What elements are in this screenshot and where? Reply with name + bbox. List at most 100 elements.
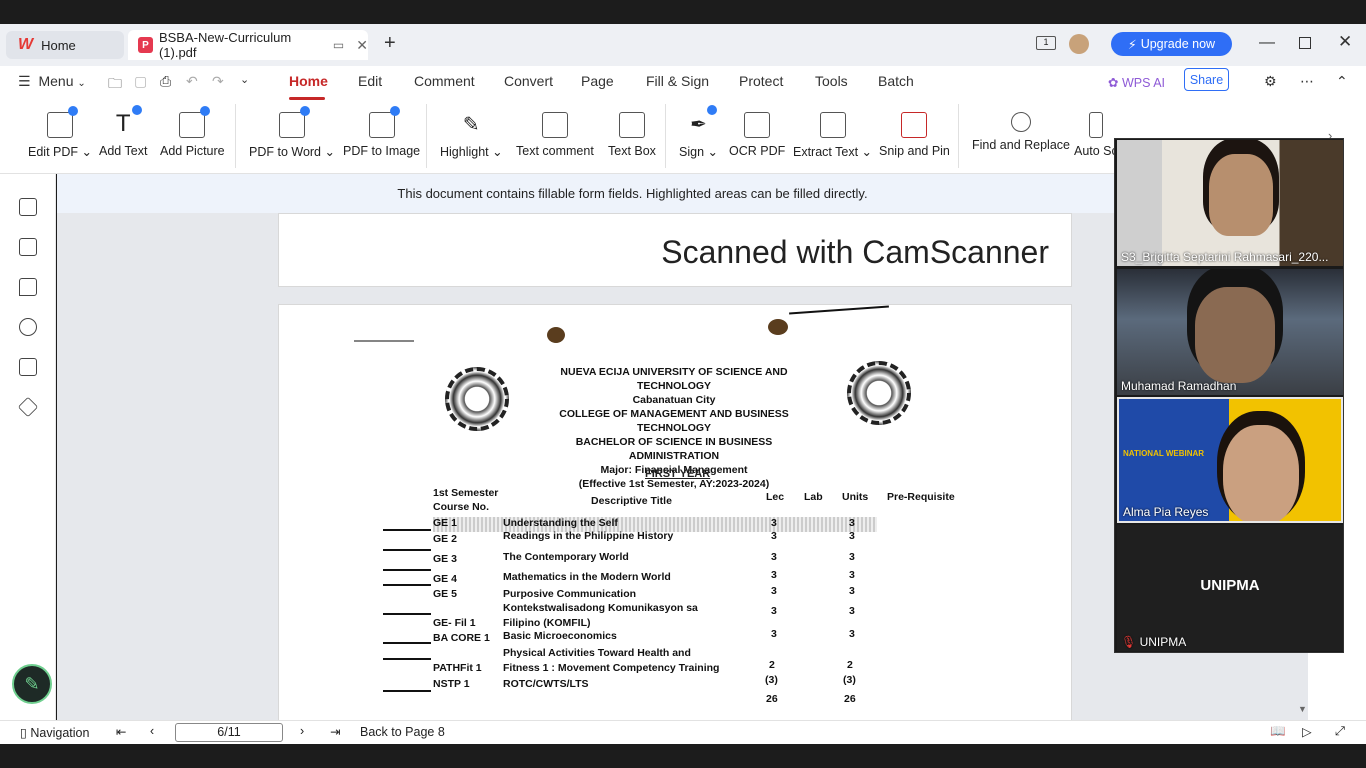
menu-fill-sign[interactable]: Fill & Sign [646,73,709,89]
add-picture-button[interactable]: Add Picture [160,106,225,158]
page-count-icon[interactable]: 1 [1036,36,1056,50]
more-quick-icon[interactable]: ⌄ [240,73,249,86]
course-code: GE 2 [433,533,457,545]
menu-label: Menu [38,73,74,89]
edit-pdf-button[interactable]: Edit PDF ⌄ [28,106,92,159]
row-underline [383,613,431,615]
course-code: GE 3 [433,553,457,565]
find-and-replace-button[interactable]: Find and Replace [972,112,1070,152]
minimize-icon[interactable]: — [1259,34,1275,52]
course-title: The Contemporary World [503,551,629,563]
menu-edit[interactable]: Edit [358,73,382,89]
course-units: 3 [849,605,855,617]
tab-home[interactable]: W Home [6,31,124,59]
attachment-icon[interactable] [19,318,37,336]
share-label: Share [1189,72,1224,87]
pdf-page-previous: Scanned with CamScanner [278,213,1072,287]
participant-tile[interactable]: S3_Brigitta Septarini Rahmasari_220... [1117,140,1343,266]
navigation-label: Navigation [30,726,90,740]
menu-comment[interactable]: Comment [414,73,475,89]
menu-home[interactable]: Home [289,73,328,89]
col-prereq: Pre-Requisite [887,491,955,503]
upgrade-button[interactable]: ⚡ Upgrade now [1111,32,1232,56]
new-tab-icon[interactable]: + [384,32,396,55]
participant-tile[interactable]: UNIPMA 🎙 UNIPMA [1117,525,1343,651]
tab-document[interactable]: P BSBA-New-Curriculum (1).pdf ▭ ✕ [128,30,368,60]
text-comment-button[interactable]: Text comment [516,112,594,158]
col-lab: Lab [804,491,823,503]
pdf-to-image-button[interactable]: PDF to Image [343,106,420,158]
page-number-input[interactable]: 6/11 [175,723,283,742]
course-title: Basic Microeconomics [503,630,617,642]
menu-button[interactable]: ☰ Menu ⌄ [18,73,86,90]
menu-batch[interactable]: Batch [878,73,914,89]
mic-muted-icon: 🎙 [1121,635,1137,649]
auto-scroll-button[interactable]: Auto Sc [1074,112,1118,158]
text-box-button[interactable]: Text Box [608,112,656,158]
add-text-button[interactable]: T Add Text [99,105,148,158]
header-line: BACHELOR OF SCIENCE IN BUSINESS ADMINIST… [575,436,773,462]
highlight-button[interactable]: ✎ Highlight ⌄ [440,112,503,159]
header-line: Cabanatuan City [632,394,716,406]
settings-gear-icon[interactable]: ⚙ [1264,73,1277,90]
pdf-to-word-button[interactable]: PDF to Word ⌄ [249,106,335,159]
signature-icon[interactable] [19,358,37,376]
undo-icon[interactable]: ↶ [186,73,198,90]
edit-floating-button[interactable]: ✎ [12,664,52,704]
extract-text-button[interactable]: Extract Text ⌄ [793,112,872,159]
print-icon[interactable]: ⎙ [160,73,171,90]
restore-icon[interactable] [1299,37,1311,49]
first-page-icon[interactable]: ⇤ [116,724,126,739]
university-seal-logo [445,367,509,431]
participant-name: UNIPMA [1139,635,1187,649]
scribble-mark [354,340,414,410]
participant-tile-active-speaker[interactable]: NATIONAL WEBINAR Alma Pia Reyes [1117,397,1343,523]
ocr-pdf-button[interactable]: OCR PDF [729,112,785,158]
add-text-label: Add Text [99,144,148,158]
play-icon[interactable]: ▷ [1302,724,1312,739]
comments-icon[interactable] [19,278,37,296]
last-page-icon[interactable]: ⇥ [330,724,340,739]
participant-tile[interactable]: Muhamad Ramadhan [1117,269,1343,395]
menu-tools[interactable]: Tools [815,73,848,89]
ribbon-separator [665,104,666,168]
scroll-down-icon[interactable]: ▼ [1298,704,1307,714]
sign-button[interactable]: ✒ Sign ⌄ [679,105,718,159]
back-to-page-link[interactable]: Back to Page 8 [360,725,445,739]
tab-document-label: BSBA-New-Curriculum (1).pdf [158,30,292,60]
next-page-icon[interactable]: › [300,724,304,738]
fullscreen-icon[interactable]: ⤢ [1335,724,1345,739]
extract-text-icon [819,112,846,138]
semester-label: 1st Semester [433,487,499,499]
totals-row: 26 26 [433,693,993,708]
prev-page-icon[interactable]: ‹ [150,724,154,738]
bookmark-icon[interactable] [19,198,37,216]
thumbnails-icon[interactable] [19,238,37,256]
monitor-icon[interactable]: ▭ [333,38,344,52]
snip-and-pin-button[interactable]: Snip and Pin [879,112,950,158]
year-heading: FIRST YEAR [645,468,711,480]
layers-icon[interactable] [17,396,39,418]
collapse-ribbon-icon[interactable]: ⌃ [1336,73,1348,90]
navigation-button[interactable]: ▯ Navigation [20,725,89,740]
course-units: 3 [849,517,855,529]
more-options-icon[interactable]: ⋯ [1300,73,1314,90]
text-comment-icon [541,112,568,138]
menu-convert[interactable]: Convert [504,73,553,89]
menu-page[interactable]: Page [581,73,614,89]
close-tab-icon[interactable]: ✕ [356,37,368,54]
left-sidebar [0,174,56,720]
avatar[interactable] [1069,34,1089,54]
col-lec: Lec [766,491,785,503]
open-file-icon[interactable]: 🗀 [108,73,122,97]
close-window-icon[interactable]: ✕ [1338,32,1352,52]
video-call-panel[interactable]: S3_Brigitta Septarini Rahmasari_220... M… [1114,138,1344,653]
course-units: 2 [847,659,853,671]
reading-mode-icon[interactable]: 📖 [1270,724,1286,739]
redo-icon[interactable]: ↷ [212,73,224,90]
text-comment-label: Text comment [516,144,594,158]
wps-ai-button[interactable]: ✿ WPS AI [1108,75,1165,90]
save-icon[interactable]: ▢ [134,73,147,90]
share-button[interactable]: Share [1184,68,1229,91]
menu-protect[interactable]: Protect [739,73,783,89]
